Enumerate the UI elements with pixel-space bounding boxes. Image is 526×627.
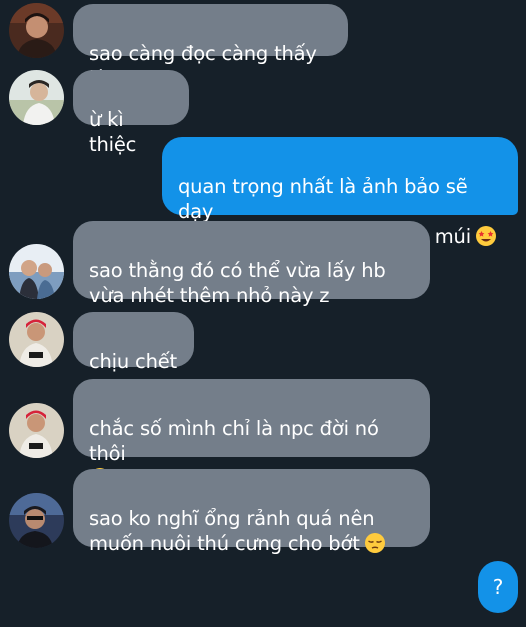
- pensive-emoji: [364, 532, 386, 554]
- avatar[interactable]: [9, 70, 64, 125]
- avatar-person-2-image: [9, 70, 64, 125]
- message-bubble-outgoing[interactable]: quan trọng nhất là ảnh bảo sẽ dạy em học…: [162, 137, 518, 248]
- help-button-label: ?: [492, 575, 504, 599]
- message-bubble[interactable]: sao thằng đó có thể vừa lấy hb vừa nhét …: [73, 221, 430, 307]
- message-bubble[interactable]: sao càng đọc càng thấy kì: [73, 4, 348, 90]
- avatar-person-1-image: [9, 3, 64, 58]
- message-bubble[interactable]: ừ kì thiệc: [73, 70, 189, 156]
- avatar-person-3-image: [9, 244, 64, 299]
- avatar[interactable]: [9, 3, 64, 58]
- avatar-person-4-image: [9, 403, 64, 458]
- message-bubble[interactable]: chắc số mình chỉ là npc đời nó thôi: [73, 379, 430, 488]
- avatar[interactable]: [9, 403, 64, 458]
- avatar-person-4-image: [9, 312, 64, 367]
- avatar-person-5-image: [9, 493, 64, 548]
- message-text: chịu chết: [89, 350, 177, 373]
- message-bubble[interactable]: chịu chết: [73, 312, 194, 373]
- avatar[interactable]: [9, 312, 64, 367]
- help-button[interactable]: ?: [478, 561, 518, 613]
- message-bubble[interactable]: sao ko nghĩ ổng rảnh quá nên muốn nuôi t…: [73, 469, 430, 555]
- message-text: sao thằng đó có thể vừa lấy hb vừa nhét …: [89, 259, 386, 307]
- avatar[interactable]: [9, 244, 64, 299]
- message-text: chắc số mình chỉ là npc đời nó thôi: [89, 417, 379, 465]
- avatar[interactable]: [9, 493, 64, 548]
- chat-thread: sao càng đọc càng thấy kì ừ kì thiệc qua…: [0, 0, 526, 627]
- message-text: sao ko nghĩ ổng rảnh quá nên muốn nuôi t…: [89, 507, 375, 555]
- message-text: ừ kì thiệc: [89, 108, 137, 156]
- star-struck-emoji: [475, 225, 497, 247]
